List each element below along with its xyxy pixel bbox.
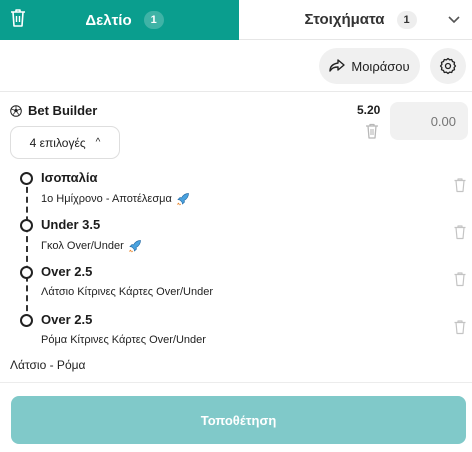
tab-bar: Δελτίο 1 Στοιχήματα 1 bbox=[0, 0, 472, 40]
tab-bets-count-badge: 1 bbox=[396, 10, 417, 29]
leg-market-label: Λάτσιο Κίτρινες Κάρτες Over/Under bbox=[41, 286, 214, 298]
betslip-actions: Μοιράσου bbox=[0, 40, 472, 92]
tab-bets[interactable]: Στοιχήματα 1 bbox=[239, 0, 472, 40]
place-bet-button[interactable]: Τοποθέτηση bbox=[11, 396, 466, 444]
selection-leg: Over 2.5 Ρόμα Κίτρινες Κάρτες Over/Under bbox=[0, 312, 472, 360]
bet-builder-title: Bet Builder bbox=[28, 103, 98, 118]
remove-leg-trash-icon[interactable] bbox=[453, 177, 467, 193]
leg-market: Ρόμα Κίτρινες Κάρτες Over/Under bbox=[41, 334, 206, 346]
leg-market-label: Γκολ Over/Under bbox=[41, 240, 124, 252]
rocket-icon bbox=[176, 193, 189, 206]
leg-title: Under 3.5 bbox=[41, 217, 101, 232]
selections-count-label: 4 επιλογές bbox=[29, 135, 86, 150]
stake-input[interactable] bbox=[390, 102, 468, 140]
bet-builder-header: Bet Builder bbox=[10, 103, 97, 118]
leg-title: Over 2.5 bbox=[41, 312, 93, 327]
leg-market: 1ο Ημίχρονο - Αποτέλεσμα bbox=[41, 192, 190, 206]
share-button[interactable]: Μοιράσου bbox=[319, 48, 420, 84]
remove-leg-trash-icon[interactable] bbox=[453, 271, 467, 287]
leg-title: Ισοπαλία bbox=[41, 170, 98, 185]
leg-title: Over 2.5 bbox=[41, 264, 93, 279]
betslip-footer: Τοποθέτηση bbox=[0, 382, 472, 452]
selections-toggle-button[interactable]: 4 επιλογές ^ bbox=[10, 126, 120, 159]
leg-market: Λάτσιο Κίτρινες Κάρτες Over/Under bbox=[41, 286, 213, 298]
leg-marker-dot bbox=[20, 314, 33, 327]
clear-betslip-trash-icon[interactable] bbox=[8, 7, 28, 29]
leg-market: Γκολ Over/Under bbox=[41, 239, 142, 253]
remove-leg-trash-icon[interactable] bbox=[453, 224, 467, 240]
match-name: Λάτσιο - Ρόμα bbox=[10, 358, 86, 372]
selection-leg: Ισοπαλία 1ο Ημίχρονο - Αποτέλεσμα bbox=[0, 170, 472, 218]
leg-marker-dot bbox=[20, 172, 33, 185]
remove-bet-builder-trash-icon[interactable] bbox=[364, 122, 380, 140]
chevron-up-icon: ^ bbox=[95, 137, 101, 148]
selection-leg: Over 2.5 Λάτσιο Κίτρινες Κάρτες Over/Und… bbox=[0, 264, 472, 312]
settings-button[interactable] bbox=[430, 48, 466, 84]
soccer-ball-icon bbox=[10, 104, 22, 117]
tab-bets-label: Στοιχήματα bbox=[304, 11, 385, 28]
leg-marker-dot bbox=[20, 219, 33, 232]
leg-market-label: 1ο Ημίχρονο - Αποτέλεσμα bbox=[41, 193, 172, 205]
leg-market-label: Ρόμα Κίτρινες Κάρτες Over/Under bbox=[41, 334, 206, 346]
gear-icon bbox=[439, 57, 457, 75]
remove-leg-trash-icon[interactable] bbox=[453, 319, 467, 335]
share-icon bbox=[329, 59, 346, 72]
chevron-down-icon[interactable] bbox=[444, 9, 464, 29]
bet-builder-odds: 5.20 bbox=[357, 103, 381, 117]
rocket-icon bbox=[128, 240, 141, 253]
leg-marker-dot bbox=[20, 266, 33, 279]
tab-betslip[interactable]: Δελτίο 1 bbox=[0, 0, 239, 40]
share-button-label: Μοιράσου bbox=[351, 58, 410, 74]
tab-betslip-count-badge: 1 bbox=[143, 11, 164, 29]
selection-leg: Under 3.5 Γκολ Over/Under bbox=[0, 217, 472, 265]
tab-betslip-label: Δελτίο bbox=[85, 11, 132, 29]
